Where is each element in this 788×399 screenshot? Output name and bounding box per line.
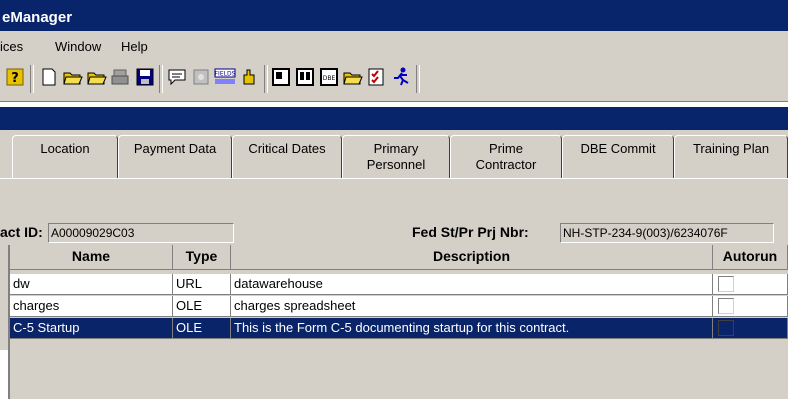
fields-icon[interactable]: FIELDS bbox=[214, 66, 236, 88]
runner-icon[interactable] bbox=[390, 66, 412, 88]
report-icon[interactable] bbox=[270, 66, 292, 88]
dbe-icon[interactable]: DBE bbox=[318, 66, 340, 88]
fed-project-number-label: Fed St/Pr Prj Nbr: bbox=[412, 224, 529, 240]
autorun-checkbox[interactable] bbox=[718, 320, 734, 336]
tab-primary-personnel[interactable]: Primary Personnel bbox=[342, 135, 450, 179]
cell-description: This is the Form C-5 documenting startup… bbox=[231, 318, 713, 338]
save-icon[interactable] bbox=[134, 66, 156, 88]
tab-payment-data[interactable]: Payment Data bbox=[118, 135, 232, 179]
cell-autorun bbox=[713, 296, 788, 316]
column-header-description[interactable]: Description bbox=[231, 245, 713, 270]
column-header-type[interactable]: Type bbox=[173, 245, 231, 270]
toolbar: ? FIELDS DBE bbox=[0, 59, 788, 102]
cell-autorun bbox=[713, 274, 788, 294]
toolbar-separator bbox=[159, 65, 163, 93]
column-header-autorun[interactable]: Autorun bbox=[713, 245, 788, 270]
cell-type: URL bbox=[173, 274, 231, 294]
tab-label: Prime Contractor bbox=[475, 141, 537, 172]
tab-training-plan[interactable]: Training Plan bbox=[674, 135, 788, 179]
tab-baseline bbox=[0, 178, 788, 179]
svg-text:DBE: DBE bbox=[323, 75, 336, 82]
menu-item-ices[interactable]: ices bbox=[0, 39, 23, 54]
open-folder-2-icon[interactable] bbox=[86, 66, 108, 88]
new-document-icon[interactable] bbox=[38, 66, 60, 88]
checklist-icon[interactable] bbox=[366, 66, 388, 88]
table-row-selected[interactable]: C-5 Startup OLE This is the Form C-5 doc… bbox=[10, 318, 788, 339]
title-bar: eManager bbox=[0, 0, 788, 31]
toolbar-separator bbox=[264, 65, 268, 93]
open-folder-icon[interactable] bbox=[62, 66, 84, 88]
cell-description: datawarehouse bbox=[231, 274, 713, 294]
contract-id-field[interactable]: A00009029C03 bbox=[48, 223, 234, 243]
svg-text:FIELDS: FIELDS bbox=[215, 71, 236, 78]
report-2-icon[interactable] bbox=[294, 66, 316, 88]
tab-critical-dates[interactable]: Critical Dates bbox=[232, 135, 342, 179]
fed-project-number-field[interactable]: NH-STP-234-9(003)/6234076F bbox=[560, 223, 774, 243]
print-icon[interactable] bbox=[110, 66, 132, 88]
menu-bar: ices Window Help bbox=[0, 31, 788, 59]
caption-strip bbox=[0, 107, 788, 130]
autorun-checkbox[interactable] bbox=[718, 276, 734, 292]
cell-name: dw bbox=[10, 274, 173, 294]
help-icon[interactable]: ? bbox=[4, 66, 26, 88]
puzzle-icon[interactable] bbox=[190, 66, 212, 88]
autorun-checkbox[interactable] bbox=[718, 298, 734, 314]
toolbar-separator bbox=[416, 65, 420, 93]
column-header-name[interactable]: Name bbox=[10, 245, 173, 270]
menu-item-window[interactable]: Window bbox=[55, 39, 101, 54]
tab-dbe-commit[interactable]: DBE Commit bbox=[562, 135, 674, 179]
table-row[interactable]: charges OLE charges spreadsheet bbox=[10, 296, 788, 317]
tab-label: Critical Dates bbox=[248, 141, 326, 156]
tab-label: Primary Personnel bbox=[366, 141, 426, 172]
tab-location[interactable]: Location bbox=[12, 135, 118, 179]
cell-autorun bbox=[713, 318, 788, 338]
tab-prime-contractor[interactable]: Prime Contractor bbox=[450, 135, 562, 179]
contract-id-label: act ID: bbox=[0, 224, 43, 240]
folder-icon[interactable] bbox=[342, 66, 364, 88]
cell-name: charges bbox=[10, 296, 173, 316]
toolbar-separator bbox=[30, 65, 34, 93]
cell-name: C-5 Startup bbox=[10, 318, 173, 338]
tab-label: Payment Data bbox=[133, 141, 217, 156]
cell-description: charges spreadsheet bbox=[231, 296, 713, 316]
attachments-grid: Name Type Description Autorun dw URL dat… bbox=[8, 245, 788, 399]
hand-icon[interactable] bbox=[238, 66, 260, 88]
table-row[interactable]: dw URL datawarehouse bbox=[10, 274, 788, 295]
menu-item-help[interactable]: Help bbox=[121, 39, 148, 54]
svg-text:?: ? bbox=[11, 71, 19, 86]
cell-type: OLE bbox=[173, 318, 231, 338]
tab-label: Location bbox=[40, 141, 90, 156]
tab-label: Training Plan bbox=[692, 141, 770, 156]
cell-type: OLE bbox=[173, 296, 231, 316]
window-title: eManager bbox=[2, 9, 73, 26]
comment-icon[interactable] bbox=[166, 66, 188, 88]
tab-label: DBE Commit bbox=[580, 141, 656, 156]
